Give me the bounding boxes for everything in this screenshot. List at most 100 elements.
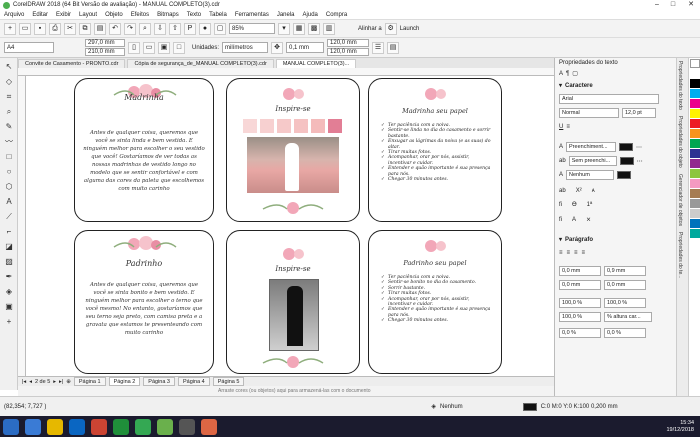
spacing-unit-select[interactable]: % altura car...: [604, 312, 652, 322]
all-pages-icon[interactable]: ▣: [158, 41, 170, 54]
duplicate-x-field[interactable]: 120,0 mm: [327, 39, 370, 47]
menu-compra[interactable]: Compra: [322, 12, 351, 18]
swatch-teal[interactable]: [690, 229, 700, 238]
swatch-blue[interactable]: [690, 149, 700, 158]
file-explorer-icon[interactable]: [47, 418, 63, 435]
import-icon[interactable]: ⇩: [154, 22, 166, 35]
text-fill-swatch[interactable]: [619, 143, 634, 151]
background-fill-swatch[interactable]: [619, 157, 634, 165]
menu-janela[interactable]: Janela: [273, 12, 299, 18]
align-left-icon[interactable]: ≡: [559, 250, 563, 256]
outline-select[interactable]: Nenhum: [566, 170, 615, 180]
swatch-lime[interactable]: [690, 169, 700, 178]
parallel-dimension-tool-icon[interactable]: ⟋: [3, 211, 15, 223]
rulers-icon[interactable]: ▦: [293, 22, 305, 35]
smallcaps-icon[interactable]: ᴀ: [592, 188, 595, 194]
docker-tab-text-properties[interactable]: Propriedades do texto: [677, 58, 683, 113]
swatch-green[interactable]: [690, 139, 700, 148]
maximize-button[interactable]: □: [666, 0, 680, 10]
space-before-field[interactable]: 0,0 mm: [604, 280, 646, 290]
search-icon[interactable]: ⌕: [139, 22, 151, 35]
media-player-icon[interactable]: [201, 418, 217, 435]
freehand-tool-icon[interactable]: ✎: [3, 121, 15, 133]
swatch-light-gray[interactable]: [690, 209, 700, 218]
menu-tabela[interactable]: Tabela: [205, 12, 231, 18]
menu-editar[interactable]: Editar: [28, 12, 52, 18]
powerpoint-icon[interactable]: [91, 418, 107, 435]
ligature-icon[interactable]: ﬁ: [559, 202, 562, 208]
cut-icon[interactable]: ✂: [64, 22, 76, 35]
interactive-fill-tool-icon[interactable]: ◈: [3, 286, 15, 298]
new-icon[interactable]: +: [4, 22, 16, 35]
polygon-tool-icon[interactable]: ⬡: [3, 181, 15, 193]
guides-icon[interactable]: ▥: [323, 22, 335, 35]
left-indent-field[interactable]: 0,9 mm: [604, 266, 646, 276]
page-edit-icon[interactable]: ▤: [387, 41, 400, 54]
ordinal-icon[interactable]: 1ª: [587, 202, 593, 208]
page-tab-4[interactable]: Página 4: [178, 377, 210, 386]
menu-ajuda[interactable]: Ajuda: [299, 12, 322, 18]
menu-bitmaps[interactable]: Bitmaps: [153, 12, 183, 18]
add-tool-icon[interactable]: +: [3, 316, 15, 328]
copy-icon[interactable]: ⧉: [79, 22, 91, 35]
open-icon[interactable]: ▭: [19, 22, 31, 35]
calculator-icon[interactable]: [179, 418, 195, 435]
more-options-icon[interactable]: ⋯: [637, 158, 643, 165]
docker-tab-text-properties-2[interactable]: Propriedades do te...: [677, 229, 683, 281]
stylistic-icon[interactable]: fi: [559, 217, 562, 223]
font-family-select[interactable]: Arial: [559, 94, 659, 104]
doc-tab-copia[interactable]: Cópia de segurança_de_MANUAL COMPLETO(3)…: [127, 59, 274, 68]
superscript-icon[interactable]: X²: [576, 188, 582, 194]
doc-tab-convite[interactable]: Convite de Casamento - PRONTO.cdr: [18, 59, 126, 68]
menu-ferramentas[interactable]: Ferramentas: [231, 12, 273, 18]
swatch-brown[interactable]: [690, 189, 700, 198]
menu-texto[interactable]: Texto: [183, 12, 205, 18]
page-height-field[interactable]: 210,0 mm: [85, 48, 125, 56]
paragraph-section-header[interactable]: ▾ Parágrafo: [559, 236, 593, 244]
space-after-field[interactable]: 100,0 %: [604, 298, 646, 308]
swatch-dark-blue[interactable]: [690, 219, 700, 228]
smart-fill-tool-icon[interactable]: ▣: [3, 301, 15, 313]
zoom-dropdown-icon[interactable]: ▾: [278, 22, 290, 35]
menu-arquivo[interactable]: Arquivo: [0, 12, 28, 18]
minimize-button[interactable]: –: [650, 0, 664, 10]
text-tool-icon[interactable]: A: [3, 196, 15, 208]
strikethrough-icon[interactable]: Ɵ: [572, 202, 577, 208]
save-icon[interactable]: ▪: [34, 22, 46, 35]
collapse-chevron-icon[interactable]: ▾: [559, 82, 562, 89]
more-options-icon[interactable]: ⋯: [636, 144, 642, 151]
menu-layout[interactable]: Layout: [75, 12, 101, 18]
background-fill-select[interactable]: Sem preenchi...: [568, 156, 617, 166]
align-right-icon[interactable]: ≡: [574, 250, 578, 256]
swatch-gray[interactable]: [690, 199, 700, 208]
shape-tool-icon[interactable]: ◇: [3, 76, 15, 88]
page-size-select[interactable]: A4: [4, 42, 54, 53]
swash-icon[interactable]: A: [572, 217, 576, 223]
redo-icon[interactable]: ↷: [124, 22, 136, 35]
frame-icon[interactable]: ▢: [572, 70, 578, 77]
excel-icon[interactable]: [113, 418, 129, 435]
swatch-purple[interactable]: [690, 159, 700, 168]
align-center-icon[interactable]: ≡: [567, 250, 571, 256]
vertical-ruler[interactable]: [18, 76, 26, 376]
chrome-icon[interactable]: [135, 418, 151, 435]
prev-page-icon[interactable]: ◂: [29, 379, 32, 385]
artistic-media-tool-icon[interactable]: 〰: [3, 136, 15, 148]
portrait-icon[interactable]: ▯: [128, 41, 140, 54]
char-spacing-field[interactable]: 0,0 %: [559, 328, 601, 338]
outline-swatch[interactable]: [617, 171, 632, 179]
card-inspire-padrinho[interactable]: Inspire-se: [226, 230, 360, 374]
swatch-yellow[interactable]: [690, 109, 700, 118]
page-tab-5[interactable]: Página 5: [212, 377, 245, 386]
landscape-icon[interactable]: ▭: [143, 41, 155, 54]
swatch-pink[interactable]: [690, 179, 700, 188]
swatch-red[interactable]: [690, 119, 700, 128]
first-line-indent-field[interactable]: 0,0 mm: [559, 266, 601, 276]
snap-to-menu[interactable]: Alinhar a: [358, 26, 382, 32]
coreldraw-icon[interactable]: [157, 418, 173, 435]
connector-tool-icon[interactable]: ⌐: [3, 226, 15, 238]
ellipse-tool-icon[interactable]: ○: [3, 166, 15, 178]
character-section-header[interactable]: ▾ Caractere: [559, 82, 593, 90]
card-inspire-madrinha[interactable]: Inspire-se: [226, 78, 360, 222]
menu-efeitos[interactable]: Efeitos: [127, 12, 153, 18]
